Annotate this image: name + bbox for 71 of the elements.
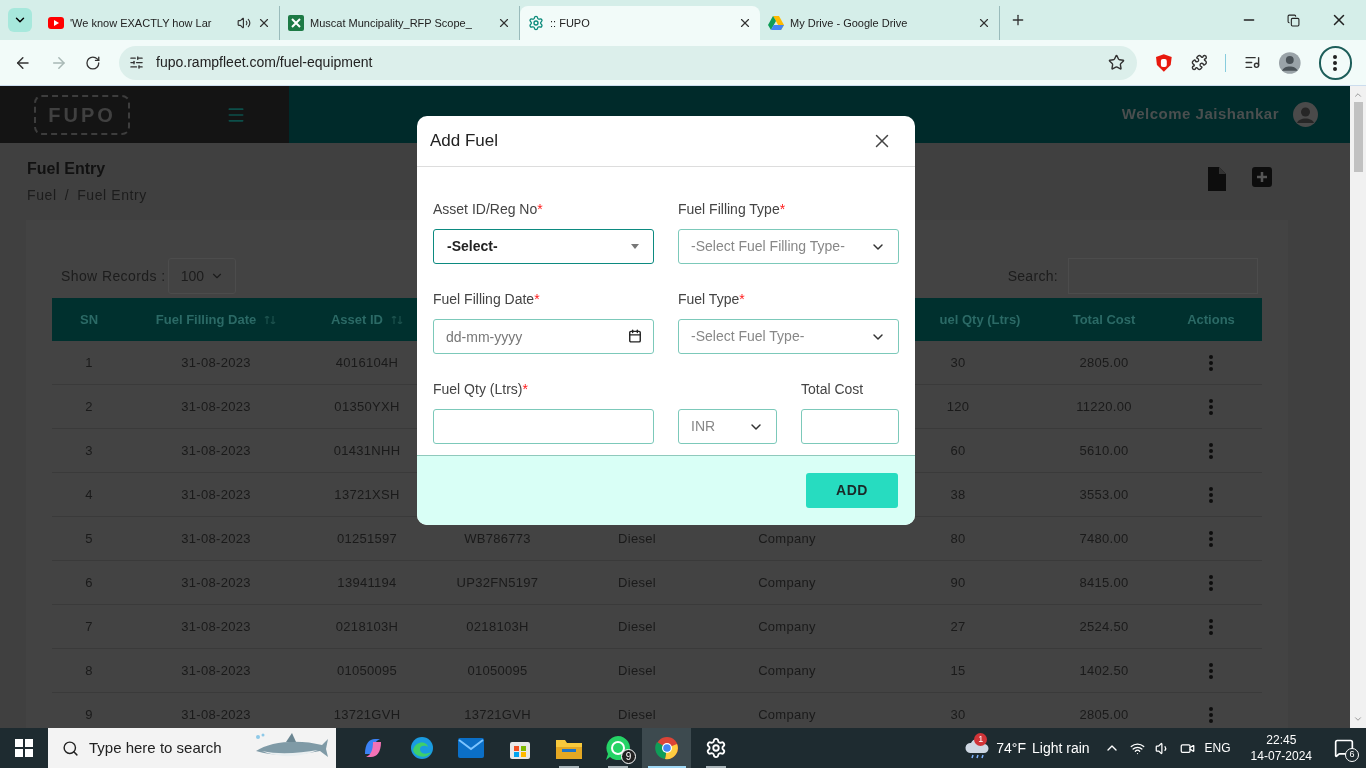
spreadsheet-icon xyxy=(288,15,304,31)
input-field[interactable] xyxy=(433,409,654,444)
tab-title: 'We know EXACTLY how Lar xyxy=(70,15,212,31)
field-label: Asset ID/Reg No* xyxy=(433,200,544,219)
media-icon[interactable] xyxy=(1244,54,1261,71)
tab-title: My Drive - Google Drive xyxy=(790,15,908,31)
close-icon[interactable] xyxy=(738,16,752,30)
tab-title: Muscat Muncipality_RFP Scope_ xyxy=(310,15,472,31)
temperature-text: 74°F xyxy=(996,738,1026,758)
settings-icon xyxy=(704,737,727,759)
breadcrumb-separator: / xyxy=(64,186,70,205)
date-field[interactable]: dd-mm-yyyy xyxy=(433,319,654,354)
windows-icon[interactable] xyxy=(15,739,33,757)
tab-search-button[interactable] xyxy=(8,8,32,32)
mail-icon xyxy=(457,738,484,758)
select-field[interactable]: -Select Fuel Filling Type- xyxy=(678,229,899,264)
settings-icon xyxy=(528,15,544,31)
more-icon[interactable] xyxy=(1333,54,1338,71)
field-label: Total Cost xyxy=(801,380,865,399)
restore-icon[interactable] xyxy=(1287,13,1300,27)
taskbar-app[interactable]: 9 xyxy=(593,728,642,768)
dialog-title: Add Fuel xyxy=(430,130,499,153)
folder-icon xyxy=(555,737,582,759)
new-tab-icon[interactable] xyxy=(1010,12,1026,28)
taskbar-app[interactable] xyxy=(642,728,691,768)
add-icon[interactable] xyxy=(1252,167,1272,187)
chat-icon xyxy=(604,735,631,761)
column-header: SN xyxy=(79,310,99,329)
close-icon[interactable] xyxy=(257,16,271,30)
profile-avatar[interactable] xyxy=(1278,51,1301,74)
field-label: Fuel Filling Date* xyxy=(433,290,541,309)
browser-tab[interactable]: :: FUPO xyxy=(520,6,760,40)
badge: 9 xyxy=(621,749,636,764)
video-play-icon xyxy=(48,17,64,29)
address-bar[interactable]: fupo.rampfleet.com/fuel-equipment xyxy=(119,45,1137,80)
shield-icon[interactable] xyxy=(1154,53,1173,72)
bookmark-star-icon[interactable] xyxy=(1107,54,1125,71)
extensions-icon[interactable] xyxy=(1190,54,1208,71)
site-info-icon[interactable] xyxy=(129,55,145,70)
column-header: Actions xyxy=(1187,310,1235,329)
taskbar-search-field[interactable]: Type here to search xyxy=(48,728,336,768)
close-icon[interactable] xyxy=(497,16,511,30)
welcome-text: Welcome Jaishankar xyxy=(1121,104,1279,125)
browser-icon xyxy=(409,736,434,760)
column-header: Total Cost xyxy=(1072,310,1136,329)
caret-icon xyxy=(631,244,639,249)
select-field[interactable]: -Select- xyxy=(433,229,654,264)
menu-button[interactable] xyxy=(1318,45,1352,80)
wifi-icon[interactable] xyxy=(1129,740,1145,756)
field-label: Fuel Type* xyxy=(678,290,746,309)
tab-title: :: FUPO xyxy=(550,15,590,31)
url-text: fupo.rampfleet.com/fuel-equipment xyxy=(156,53,374,72)
language-indicator[interactable]: ENG xyxy=(1204,739,1231,757)
input-field[interactable] xyxy=(801,409,899,444)
scrollbar-thumb[interactable] xyxy=(1353,102,1363,172)
add-button[interactable]: ADD xyxy=(806,473,898,508)
scrollbar[interactable] xyxy=(1350,86,1366,728)
clock[interactable]: 22:45 14-07-2024 xyxy=(1250,732,1312,764)
select-field[interactable]: INR xyxy=(678,409,777,444)
field-label: Fuel Filling Type* xyxy=(678,200,787,219)
field-label: Fuel Qty (Ltrs)* xyxy=(433,380,529,399)
search-icon xyxy=(62,739,79,757)
triangle-icon xyxy=(768,16,784,30)
column-header: uel Qty (Ltrs) xyxy=(938,310,1021,329)
weather-text: Light rain xyxy=(1032,738,1090,758)
chrome-icon xyxy=(654,736,679,760)
badge: 6 xyxy=(1345,748,1359,762)
select-field[interactable]: -Select Fuel Type- xyxy=(678,319,899,354)
calendar-icon[interactable] xyxy=(628,329,642,343)
close-icon[interactable] xyxy=(977,16,991,30)
reload-icon[interactable] xyxy=(85,54,102,71)
